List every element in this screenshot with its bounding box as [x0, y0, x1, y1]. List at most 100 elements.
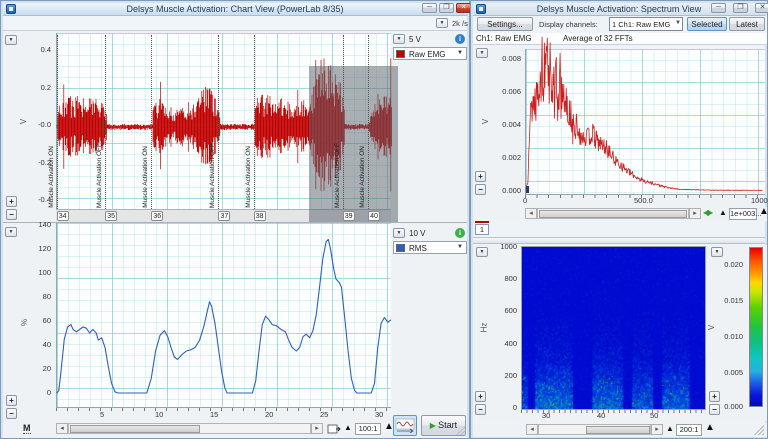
emg-y-tick: -0.0 [29, 120, 51, 129]
time-axis [56, 407, 391, 422]
spectrogram-scrollbar-thumb[interactable] [586, 426, 650, 434]
comment-marker-38[interactable]: 38 [254, 211, 266, 221]
comment-line [254, 35, 255, 209]
rms-y-tick: 120 [29, 244, 51, 253]
spectrogram-zoom-out-button[interactable]: − [475, 404, 486, 415]
emg-pane-dropdown-icon[interactable]: ▼ [5, 35, 17, 45]
spectrogram-y-tick: 600 [493, 306, 517, 315]
rms-y-tick: 100 [29, 268, 51, 277]
comment-marker-39[interactable]: 39 [343, 211, 355, 221]
rms-y-tick: 0 [29, 388, 51, 397]
comment-text: Muscle Activation OFF [334, 143, 341, 208]
time-scrollbar-thumb[interactable] [70, 425, 200, 433]
rms-plot-area[interactable] [56, 223, 391, 407]
comment-text: Muscle Activation ON [359, 146, 366, 208]
emg-range-dropdown-icon[interactable]: ▼ [393, 34, 405, 44]
comment-text: Muscle Activation ON [48, 146, 55, 208]
emg-info-icon[interactable]: i [455, 34, 465, 44]
rms-zoom-in-button[interactable]: + [6, 395, 17, 406]
compress-time-button[interactable]: ▲ [344, 423, 352, 433]
emg-right-gutter [391, 32, 467, 222]
emg-zoom-in-button[interactable]: + [6, 196, 17, 207]
colorbar-zoom-in-button[interactable]: + [709, 391, 720, 402]
emg-legend[interactable]: Raw EMG ▼ [393, 47, 467, 60]
emg-y-tick: 0.2 [29, 83, 51, 92]
colorbar-axis-label: V [707, 325, 716, 330]
spectrogram-scroll-row: ◂ ▸ ▲ 200:1 ▲ [473, 423, 767, 437]
spectrum-zoom-out-button[interactable]: − [475, 184, 486, 195]
comment-marker-36[interactable]: 36 [151, 211, 163, 221]
emg-legend-swatch [396, 50, 405, 58]
rms-info-icon[interactable]: i [455, 228, 465, 238]
spectrum-pane-dropdown-icon[interactable]: ▼ [476, 48, 488, 58]
spectrum-scrollbar[interactable] [537, 208, 689, 219]
rms-curve [57, 223, 392, 407]
spectrum-y-tick: 0.000 [497, 186, 521, 195]
emg-zoom-out-button[interactable]: − [6, 209, 17, 220]
spectrum-scrollbar-thumb[interactable] [539, 210, 687, 218]
comment-marker-35[interactable]: 35 [105, 211, 117, 221]
spectrogram-plot[interactable] [521, 246, 706, 410]
comment-line [105, 35, 106, 209]
emg-legend-label: Raw EMG [409, 50, 445, 59]
comment-marker-37[interactable]: 37 [218, 211, 230, 221]
spectrogram-zoom-in-button[interactable]: + [475, 391, 486, 402]
rms-range-dropdown-icon[interactable]: ▼ [393, 228, 405, 238]
spectrogram-y-tick: 200 [493, 371, 517, 380]
autoscale-icon[interactable]: ◀▶ [703, 208, 711, 217]
spectrum-y-tick: 0.002 [497, 153, 521, 162]
spectrum-compress-button[interactable]: ▲ [719, 208, 727, 218]
comment-text: Muscle Activation OFF [209, 143, 216, 208]
comment-marker-40[interactable]: 40 [368, 211, 380, 221]
spectrum-plot-area[interactable] [525, 49, 765, 194]
colorbar [749, 247, 763, 407]
chart-view-window: Delsys Muscle Activation: Chart View (Po… [0, 0, 470, 439]
resize-grip[interactable] [456, 425, 466, 435]
spectrogram-compress-button[interactable]: ▲ [666, 424, 674, 434]
emg-range-row: ▼ 5 V i [393, 34, 467, 46]
spectrogram-x-tick: 50 [650, 411, 658, 420]
emg-legend-dropdown-icon: ▼ [457, 50, 463, 56]
emg-y-tick: 0.4 [29, 45, 51, 54]
spectrum-zoom-in-button[interactable]: + [475, 171, 486, 182]
scroll-right-button[interactable]: ▸ [311, 423, 323, 434]
colorbar-tick: 0.020 [719, 260, 743, 269]
colorbar-dropdown-icon[interactable]: ▼ [711, 247, 723, 257]
time-x-tick: 10 [155, 410, 163, 419]
spectrogram-pane-dropdown-icon[interactable]: ▼ [476, 247, 488, 257]
rms-y-tick: 20 [29, 364, 51, 373]
spectrum-tab-1[interactable]: 1 [475, 224, 489, 235]
follow-icon[interactable] [327, 424, 341, 435]
time-x-tick: 30 [375, 410, 383, 419]
rms-legend[interactable]: RMS ▼ [393, 241, 467, 254]
spectrogram-scroll-right[interactable]: ▸ [651, 424, 663, 435]
colorbar-tick: 0.000 [719, 402, 743, 411]
rms-range-row: ▼ 10 V i [393, 228, 467, 240]
rms-zoom-out-button[interactable]: − [6, 408, 17, 419]
spectrogram-expand-button[interactable]: ▲ [705, 423, 715, 433]
scroll-mode-button[interactable] [393, 415, 417, 436]
spectrum-client-area: ▼ V + − ◂ ▸ ◀▶ ▲ 1e+003... ▲ 1 [471, 1, 767, 438]
marker-drag-source[interactable]: M [23, 423, 31, 434]
spectrum-scroll-right[interactable]: ▸ [689, 208, 701, 219]
spectrum-view-window: Delsys Muscle Activation: Spectrum View … [470, 0, 768, 439]
rms-legend-swatch [396, 244, 405, 252]
spectrogram-scroll-left[interactable]: ◂ [526, 424, 538, 435]
spectrogram-scrollbar[interactable] [538, 424, 651, 435]
spectrogram-y-tick: 800 [493, 274, 517, 283]
comment-line [343, 35, 344, 209]
spectrum-expand-button[interactable]: ▲ [759, 207, 768, 217]
rms-pane-dropdown-icon[interactable]: ▼ [5, 227, 17, 237]
comment-text: Muscle Activation ON [142, 146, 149, 208]
time-scrollbar[interactable] [68, 423, 311, 434]
scroll-left-button[interactable]: ◂ [56, 423, 68, 434]
spectrum-curve [526, 49, 766, 194]
spectrogram-y-tick: 400 [493, 339, 517, 348]
desktop: Delsys Muscle Activation: Chart View (Po… [0, 0, 768, 439]
rms-y-tick: 80 [29, 292, 51, 301]
colorbar-tick: 0.010 [719, 332, 743, 341]
tab-channel-color [475, 221, 489, 223]
spectrum-scroll-left[interactable]: ◂ [525, 208, 537, 219]
comment-marker-34[interactable]: 34 [57, 211, 69, 221]
resize-grip[interactable] [754, 425, 764, 435]
